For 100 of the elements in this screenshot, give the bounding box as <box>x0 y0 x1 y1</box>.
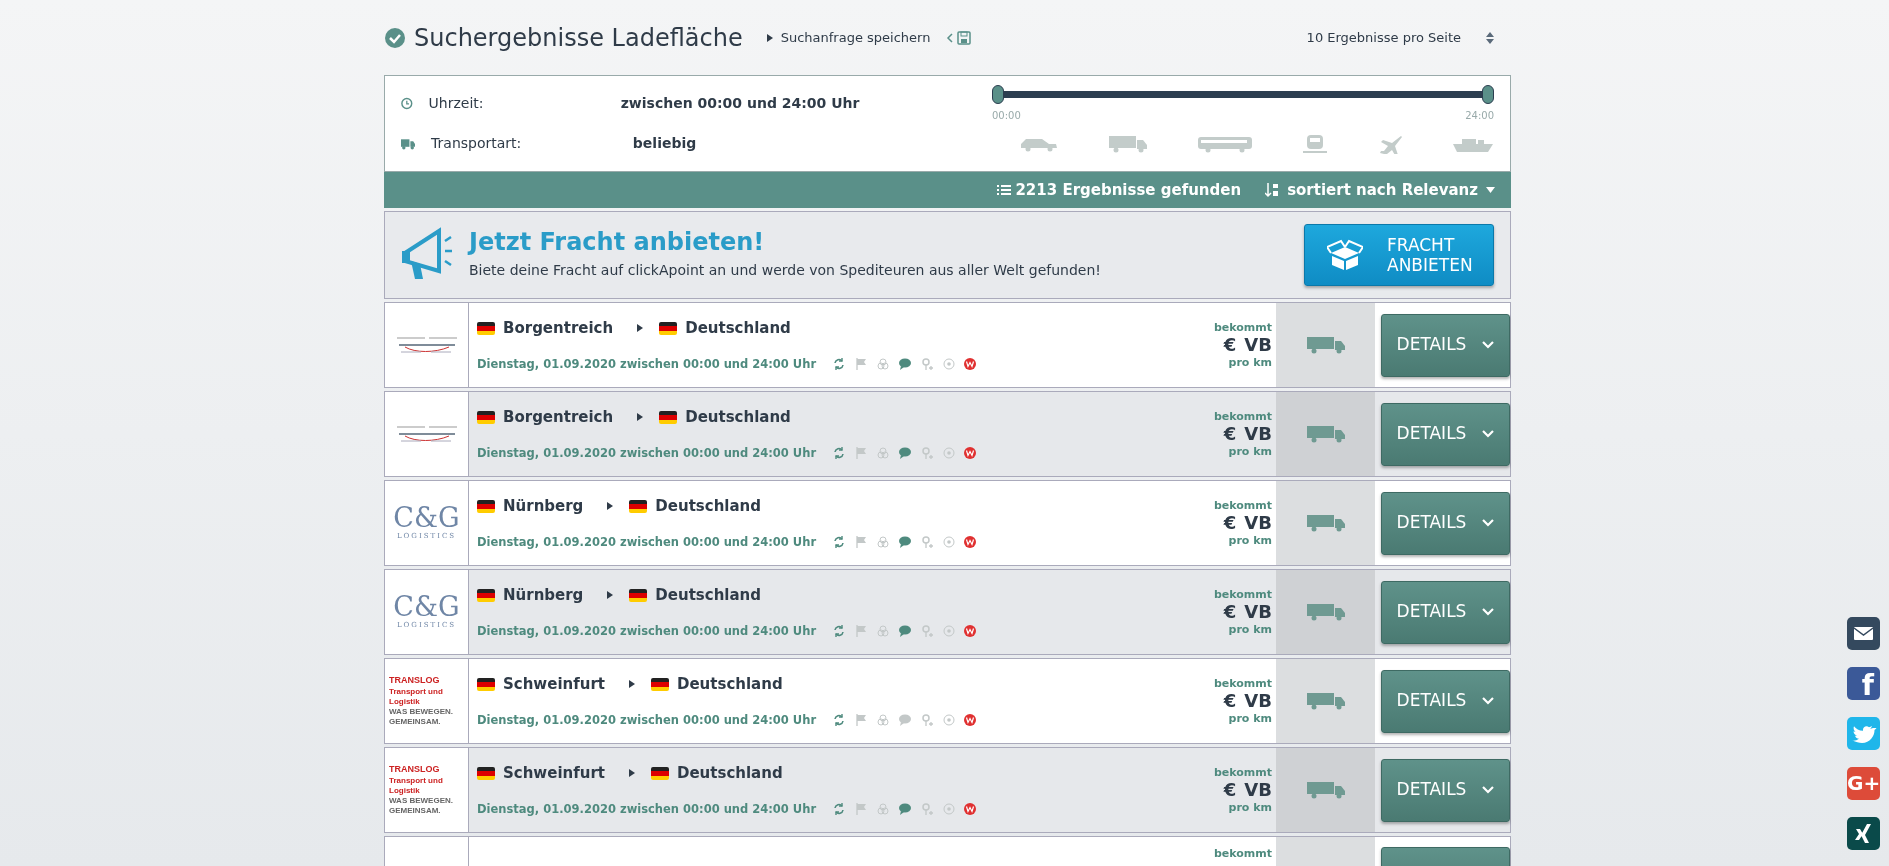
coins-icon[interactable] <box>876 357 891 372</box>
chevron-down-icon <box>1482 341 1495 349</box>
price: VB <box>1244 778 1272 802</box>
logo-text: Transport und Logistik <box>389 686 444 707</box>
train-icon[interactable] <box>1302 133 1329 154</box>
target-icon[interactable] <box>942 535 957 550</box>
truck-icon[interactable] <box>1108 133 1149 154</box>
chevron-down-icon <box>1482 519 1495 527</box>
w-badge-icon[interactable] <box>964 447 977 460</box>
pin-icon[interactable] <box>920 535 935 550</box>
caret-right-icon <box>629 680 635 689</box>
refresh-icon[interactable] <box>832 802 847 817</box>
coins-icon[interactable] <box>876 713 891 728</box>
plane-icon[interactable] <box>1377 133 1403 154</box>
w-badge-icon[interactable] <box>964 536 977 549</box>
w-badge-icon[interactable] <box>964 625 977 638</box>
logo-text: C&G <box>393 593 460 621</box>
currency-symbol: € <box>1223 511 1237 535</box>
xing-icon[interactable] <box>1847 817 1880 850</box>
google-plus-icon[interactable]: G+ <box>1847 767 1880 800</box>
chat-icon[interactable] <box>898 802 913 817</box>
chat-icon[interactable] <box>898 446 913 461</box>
coins-icon[interactable] <box>876 446 891 461</box>
flag-icon[interactable] <box>854 357 869 372</box>
details-button[interactable]: DETAILS <box>1381 669 1510 733</box>
refresh-icon[interactable] <box>832 357 847 372</box>
price-label: bekommt <box>1212 847 1272 861</box>
price: VB <box>1244 689 1272 713</box>
pin-icon[interactable] <box>920 624 935 639</box>
w-badge-icon[interactable] <box>964 803 977 816</box>
price-label: bekommt <box>1212 765 1272 779</box>
date-time: Dienstag, 01.09.2020 zwischen 00:00 und 24:00 Uhr <box>477 355 817 373</box>
refresh-icon[interactable] <box>832 713 847 728</box>
germany-flag-icon <box>477 499 495 513</box>
target-icon[interactable] <box>942 713 957 728</box>
flag-icon[interactable] <box>854 446 869 461</box>
destination: Deutschland <box>677 674 783 696</box>
bird-icon[interactable] <box>1847 717 1880 750</box>
refresh-icon[interactable] <box>832 535 847 550</box>
w-badge-icon[interactable] <box>964 714 977 727</box>
refresh-icon[interactable] <box>832 446 847 461</box>
save-search-link[interactable]: Suchanfrage speichern <box>780 27 931 48</box>
mail-icon[interactable] <box>1847 617 1880 650</box>
chat-icon[interactable] <box>898 624 913 639</box>
pin-icon[interactable] <box>920 446 935 461</box>
germany-flag-icon <box>659 321 678 335</box>
price-label: bekommt <box>1212 587 1272 601</box>
refresh-icon[interactable] <box>832 624 847 639</box>
date-time: Dienstag, 01.09.2020 zwischen 00:00 und 24:00 Uhr <box>477 800 817 818</box>
coins-icon[interactable] <box>876 535 891 550</box>
target-icon[interactable] <box>942 624 957 639</box>
sort-icon <box>1265 182 1280 198</box>
chevron-down-icon <box>1482 697 1495 705</box>
filter-label: Uhrzeit: <box>428 94 485 113</box>
facebook-icon[interactable]: f <box>1847 667 1880 700</box>
flag-icon[interactable] <box>854 802 869 817</box>
chat-icon[interactable] <box>898 357 913 372</box>
chat-icon[interactable] <box>898 535 913 550</box>
open-box-icon <box>1327 239 1363 271</box>
logo-text: WAS BEWEGEN. GEMEINSAM. <box>389 706 454 727</box>
details-button[interactable]: DETAILS <box>1381 758 1510 822</box>
filter-value: zwischen 00:00 und 24:00 Uhr <box>620 94 861 113</box>
origin-city: Nürnberg <box>503 585 584 607</box>
chevron-down-icon <box>1482 430 1495 438</box>
coins-icon[interactable] <box>876 624 891 639</box>
flag-icon[interactable] <box>854 624 869 639</box>
truck-icon <box>1305 780 1346 800</box>
details-button[interactable]: DETAILS <box>1381 491 1510 555</box>
pin-icon[interactable] <box>920 357 935 372</box>
truck-icon <box>1305 691 1346 711</box>
caret-right-icon <box>629 769 635 778</box>
details-button[interactable]: DETAILS <box>1381 402 1510 466</box>
germany-flag-icon <box>629 588 648 602</box>
chat-icon[interactable] <box>898 713 913 728</box>
per-page-select[interactable]: 10 Ergebnisse pro Seite <box>1306 27 1461 48</box>
price-unit: pro km <box>1227 712 1272 726</box>
price-unit: pro km <box>1227 445 1272 459</box>
details-button[interactable]: DETAILS <box>1381 313 1510 377</box>
price-unit: pro km <box>1227 356 1272 370</box>
target-icon[interactable] <box>942 802 957 817</box>
target-icon[interactable] <box>942 357 957 372</box>
sort-dropdown[interactable]: sortiert nach Relevanz <box>1287 178 1478 202</box>
truck-icon <box>1305 424 1346 444</box>
destination: Deutschland <box>677 763 783 785</box>
germany-flag-icon <box>477 588 495 602</box>
slider-handle[interactable] <box>992 84 1004 104</box>
offer-freight-button[interactable]: FRACHT ANBIETEN <box>1304 224 1494 286</box>
target-icon[interactable] <box>942 446 957 461</box>
coins-icon[interactable] <box>876 802 891 817</box>
details-button[interactable]: DETAILS <box>1381 580 1510 644</box>
flag-icon[interactable] <box>854 535 869 550</box>
truck-icon <box>1305 335 1346 355</box>
pin-icon[interactable] <box>920 713 935 728</box>
price-label: bekommt <box>1212 409 1272 423</box>
caret-right-icon <box>766 33 773 42</box>
pin-icon[interactable] <box>920 802 935 817</box>
flag-icon[interactable] <box>854 713 869 728</box>
slider-handle[interactable] <box>1482 84 1494 104</box>
price-unit: pro km <box>1227 801 1272 815</box>
w-badge-icon[interactable] <box>964 358 977 371</box>
